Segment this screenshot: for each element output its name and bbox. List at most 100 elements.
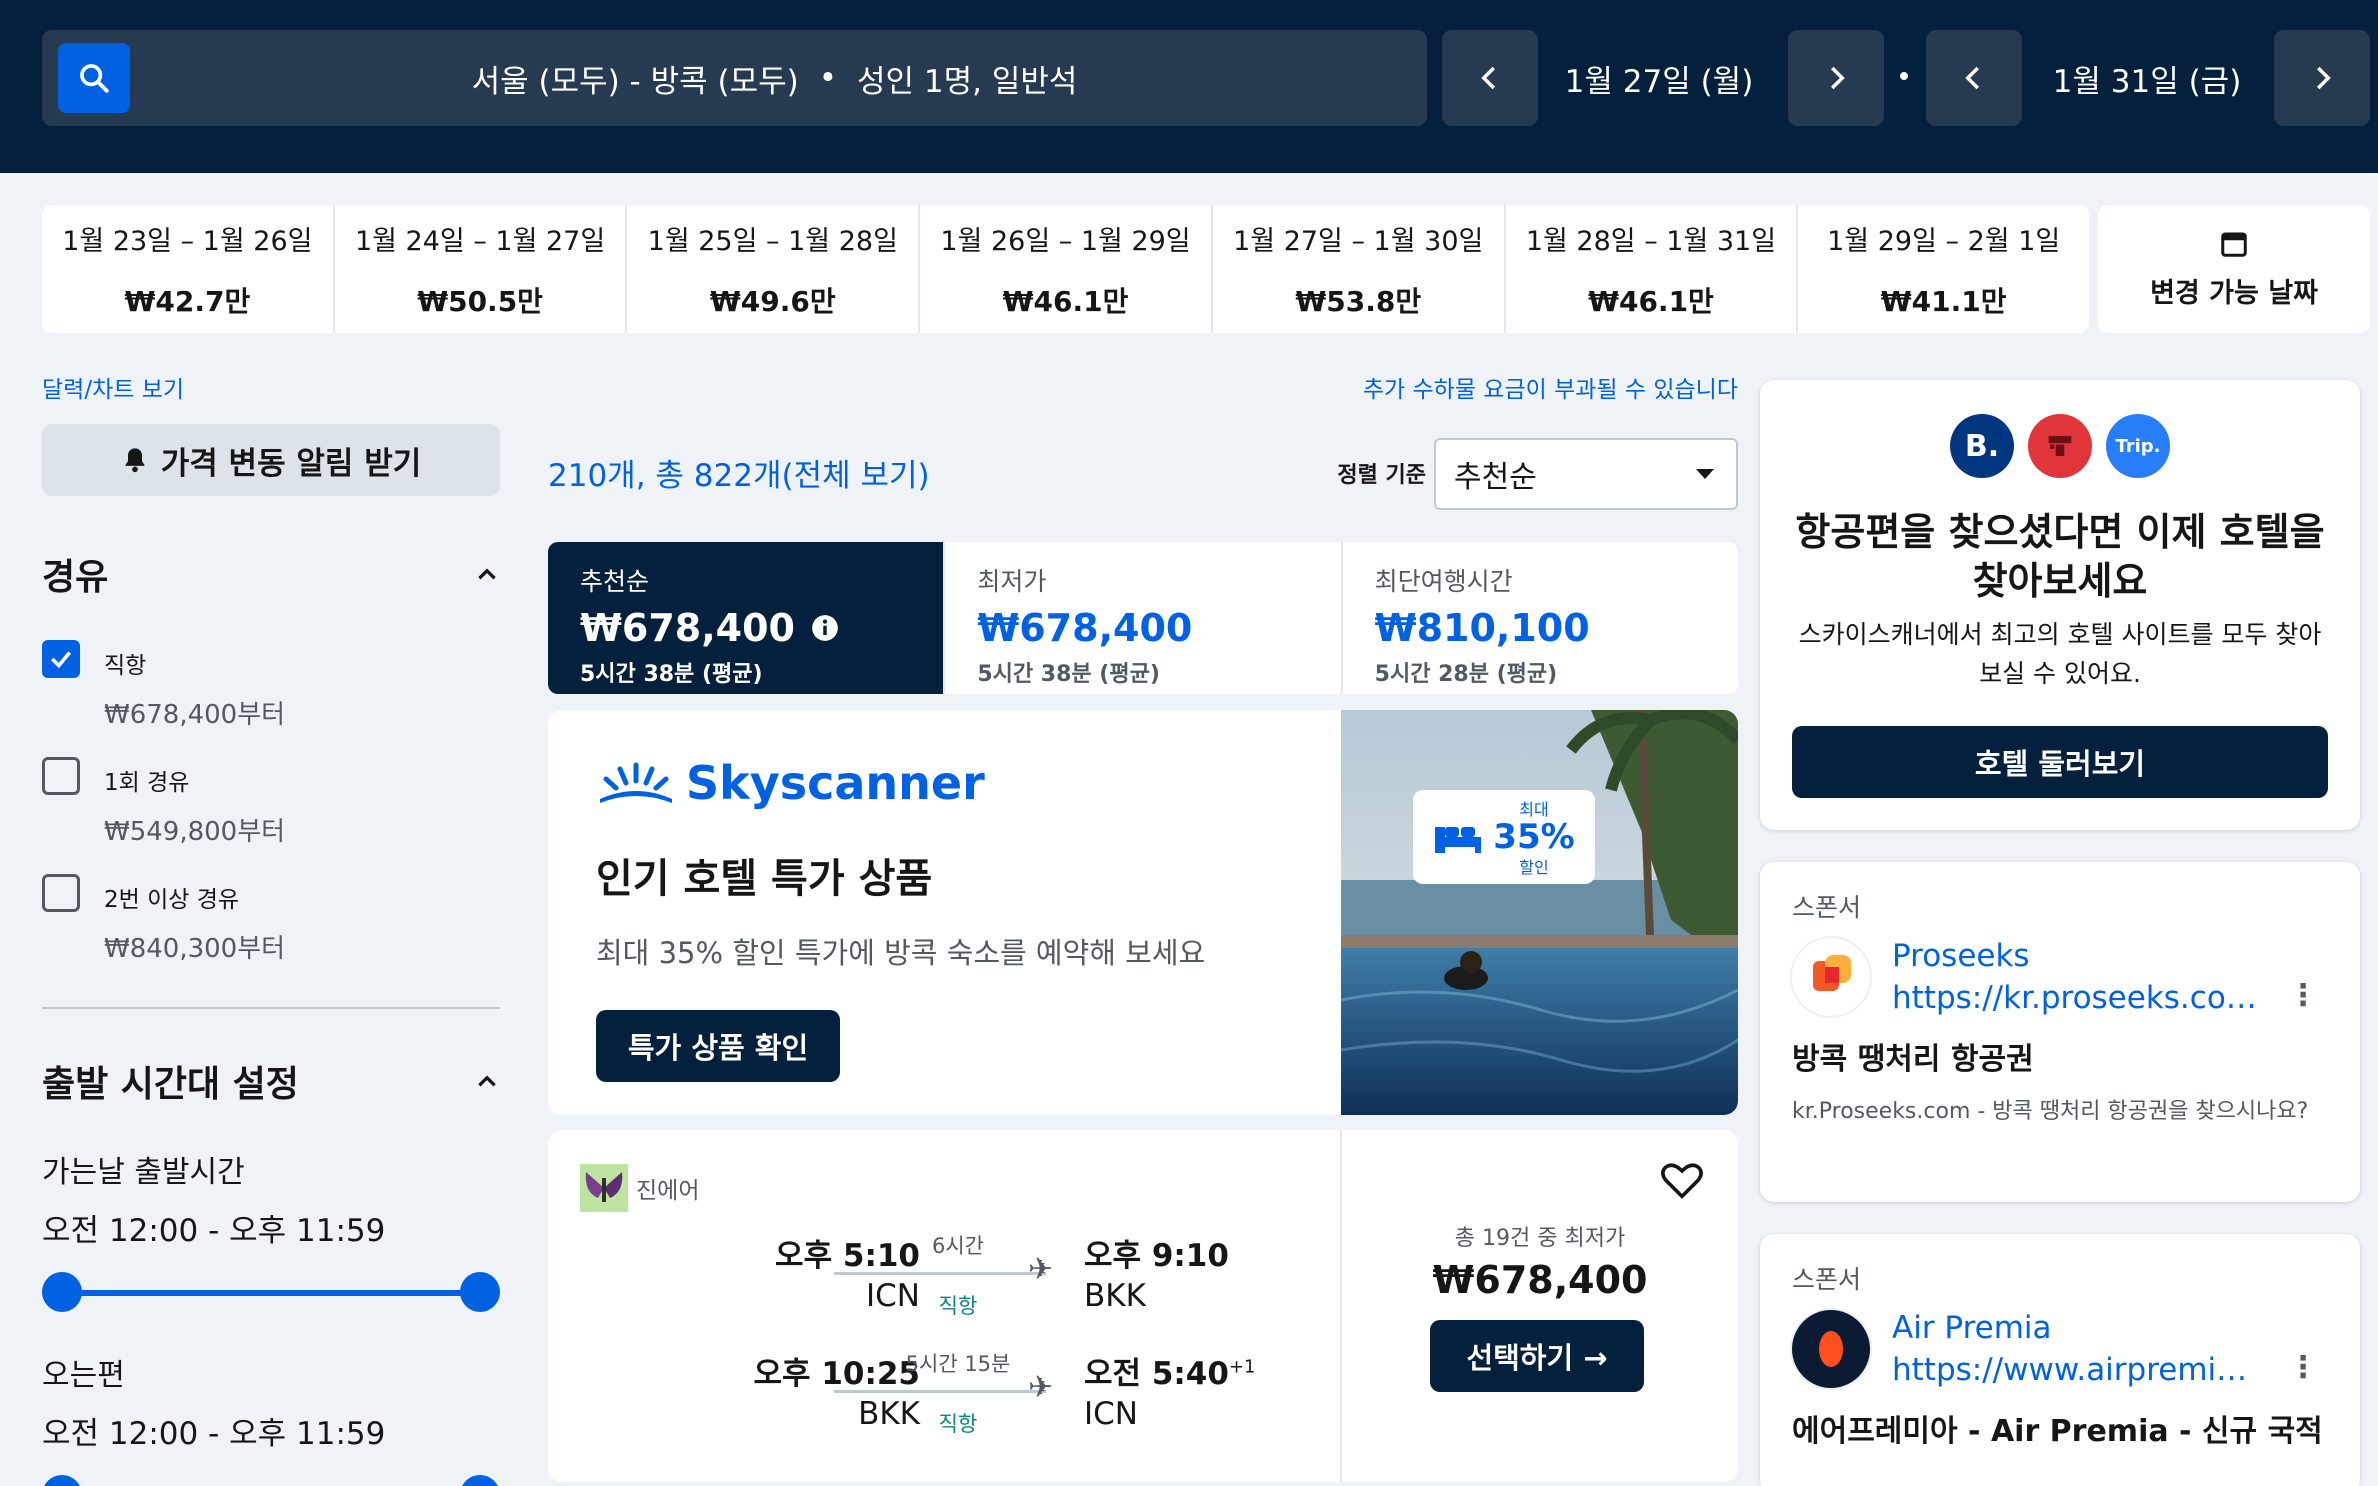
sponsor-name[interactable]: Air Premia xyxy=(1892,1310,2262,1346)
slider-handle-end[interactable] xyxy=(460,1272,500,1312)
sort-dropdown[interactable]: 추천순 xyxy=(1434,438,1738,510)
sponsor-url[interactable]: https://www.airpremia.c... xyxy=(1892,1352,2262,1388)
date-range: 1월 26일 – 1월 29일 xyxy=(940,225,1191,257)
stop-label: 2번 이상 경유 xyxy=(104,887,240,913)
date-option[interactable]: 1월 27일 – 1월 30일 ₩53.8만 xyxy=(1213,205,1506,333)
depart-next-button[interactable] xyxy=(1788,30,1884,126)
price-area: 총 19건 중 최저가 ₩678,400 선택하기 → xyxy=(1342,1130,1738,1482)
depart-date[interactable]: 1월 27일 (월) xyxy=(1540,30,1778,126)
browse-hotels-button[interactable]: 호텔 둘러보기 xyxy=(1792,726,2328,798)
return-time-slider[interactable] xyxy=(42,1475,500,1486)
return-next-button[interactable] xyxy=(2274,30,2370,126)
sponsor-name[interactable]: Proseeks xyxy=(1892,938,2262,974)
sponsor-header: Proseeks https://kr.proseeks.com... xyxy=(1792,938,2328,1016)
calendar-chart-link[interactable]: 달력/차트 보기 xyxy=(42,370,500,404)
outbound-time-slider[interactable] xyxy=(42,1272,500,1312)
tab-name: 추천순 xyxy=(580,567,650,596)
tab-best[interactable]: 추천순 ₩678,400 5시간 38분 (평균) xyxy=(548,542,946,694)
leg-line xyxy=(834,1390,1046,1393)
checkbox-checked[interactable] xyxy=(42,640,80,678)
search-button[interactable] xyxy=(58,43,130,113)
stops-section-header[interactable]: 경유 xyxy=(42,548,500,600)
times-title: 출발 시간대 설정 xyxy=(42,1064,299,1105)
stop-option-two-plus[interactable]: 2번 이상 경유 ₩840,300부터 xyxy=(42,874,500,965)
info-icon[interactable] xyxy=(811,614,839,642)
tab-fastest[interactable]: 최단여행시간 ₩810,100 5시간 28분 (평균) xyxy=(1343,542,1738,694)
checkbox-unchecked[interactable] xyxy=(42,757,80,795)
return-time-label: 오는편 xyxy=(42,1358,125,1393)
search-summary-text[interactable]: 서울 (모두) - 방콕 (모두) • 성인 1명, 일반석 xyxy=(142,30,1407,126)
date-separator-dot xyxy=(1900,72,1908,80)
plane-icon: ✈ xyxy=(1028,1370,1054,1405)
sponsored-ad[interactable]: 스폰서 Proseeks https://kr.proseeks.com... … xyxy=(1760,862,2360,1202)
sponsor-title[interactable]: 에어프레미아 - Air Premia - 신규 국적 xyxy=(1792,1406,2328,1450)
tab-price: ₩810,100 xyxy=(1374,606,1590,650)
select-flight-button[interactable]: 선택하기 → xyxy=(1430,1320,1644,1392)
caret-down-icon xyxy=(1696,469,1714,479)
sponsored-ad[interactable]: 스폰서 Air Premia https://www.airpremia.c..… xyxy=(1760,1234,2360,1486)
stop-option-one[interactable]: 1회 경유 ₩549,800부터 xyxy=(42,757,500,848)
depart-prev-button[interactable] xyxy=(1442,30,1538,126)
chevron-up-icon xyxy=(478,568,496,580)
tab-name: 최저가 xyxy=(977,567,1047,596)
flight-result-card[interactable]: 진에어 오후 5:10 ICN 6시간 ✈ 직항 오후 9:10 BKK 오후 … xyxy=(548,1130,1738,1482)
return-date[interactable]: 1월 31일 (금) xyxy=(2028,30,2266,126)
hotels-logo-icon xyxy=(2028,414,2092,478)
flexible-dates-button[interactable]: 변경 가능 날짜 xyxy=(2098,205,2370,333)
bed-icon xyxy=(1435,827,1482,853)
date-price: ₩49.6만 xyxy=(709,284,836,318)
tab-price-row: ₩678,400 xyxy=(580,606,911,650)
checkbox-unchecked[interactable] xyxy=(42,874,80,912)
date-option[interactable]: 1월 29일 – 2월 1일 ₩41.1만 xyxy=(1798,205,2089,333)
date-price: ₩42.7만 xyxy=(124,284,251,318)
baggage-fee-link[interactable]: 추가 수하물 요금이 부과될 수 있습니다 xyxy=(1363,370,1738,404)
heart-icon[interactable] xyxy=(1660,1160,1704,1200)
airline-info: 진에어 xyxy=(580,1164,699,1212)
date-price: ₩46.1만 xyxy=(1002,284,1129,318)
arrive-airport: BKK xyxy=(1084,1278,1146,1314)
chevron-left-icon xyxy=(1481,66,1495,90)
chevron-up-icon xyxy=(478,1075,496,1087)
stop-price: ₩840,300부터 xyxy=(104,934,286,964)
sponsor-title[interactable]: 방콕 땡처리 항공권 xyxy=(1792,1034,2328,1078)
return-prev-button[interactable] xyxy=(1926,30,2022,126)
slider-handle-start[interactable] xyxy=(42,1475,82,1486)
sponsor-label: 스폰서 xyxy=(1792,1265,1862,1294)
leg-line xyxy=(834,1272,1046,1275)
results-header: 추가 수하물 요금이 부과될 수 있습니다 210개, 총 822개(전체 보기… xyxy=(548,370,1738,510)
slider-track xyxy=(60,1290,480,1296)
slider-handle-end[interactable] xyxy=(460,1475,500,1486)
calendar-icon xyxy=(2221,232,2247,257)
date-price: ₩50.5만 xyxy=(417,284,543,318)
stop-option-direct[interactable]: 직항 ₩678,400부터 xyxy=(42,640,500,731)
more-options-icon[interactable]: ⋮ xyxy=(2288,978,2318,1013)
tab-cheapest[interactable]: 최저가 ₩678,400 5시간 38분 (평균) xyxy=(945,542,1343,694)
times-section-header[interactable]: 출발 시간대 설정 xyxy=(42,1055,500,1107)
results-column: 추가 수하물 요금이 부과될 수 있습니다 210개, 총 822개(전체 보기… xyxy=(548,370,1738,1482)
sponsor-url[interactable]: https://kr.proseeks.com... xyxy=(1892,980,2262,1016)
route-text: 서울 (모두) - 방콕 (모두) xyxy=(471,63,799,100)
badge-bottom: 할인 xyxy=(1519,858,1549,877)
bell-icon xyxy=(125,448,145,473)
result-count-link[interactable]: 210개, 총 822개(전체 보기) xyxy=(548,450,930,495)
date-option[interactable]: 1월 26일 – 1월 29일 ₩46.1만 xyxy=(920,205,1213,333)
search-summary-box[interactable]: 서울 (모두) - 방콕 (모두) • 성인 1명, 일반석 xyxy=(42,30,1427,126)
date-option[interactable]: 1월 23일 – 1월 26일 ₩42.7만 xyxy=(42,205,335,333)
price-alert-button[interactable]: 가격 변동 알림 받기 xyxy=(42,424,500,496)
date-option[interactable]: 1월 24일 – 1월 27일 ₩50.5만 xyxy=(335,205,628,333)
right-ads-column: B. Trip. 항공편을 찾으셨다면 이제 호텔을 찾아보세요 스카이스캐너에… xyxy=(1760,380,2360,1486)
more-options-icon[interactable]: ⋮ xyxy=(2288,1350,2318,1385)
slider-handle-start[interactable] xyxy=(42,1272,82,1312)
promo-deals-button[interactable]: 특가 상품 확인 xyxy=(596,1010,840,1082)
sort-label: 정렬 기준 xyxy=(1337,463,1426,488)
stop-label: 직항 xyxy=(104,653,147,679)
tab-price: ₩678,400 xyxy=(580,606,795,650)
sponsor-header: Air Premia https://www.airpremia.c... xyxy=(1792,1310,2328,1388)
chevron-right-icon xyxy=(2317,66,2331,90)
date-option[interactable]: 1월 28일 – 1월 31일 ₩46.1만 xyxy=(1506,205,1799,333)
stop-price: ₩678,400부터 xyxy=(104,700,286,730)
sponsor-label: 스폰서 xyxy=(1792,893,1862,922)
airpremia-logo-icon xyxy=(1792,1310,1870,1388)
discount-text: 최대 35% 할인 xyxy=(1493,796,1574,878)
date-option[interactable]: 1월 25일 – 1월 28일 ₩49.6만 xyxy=(627,205,921,333)
